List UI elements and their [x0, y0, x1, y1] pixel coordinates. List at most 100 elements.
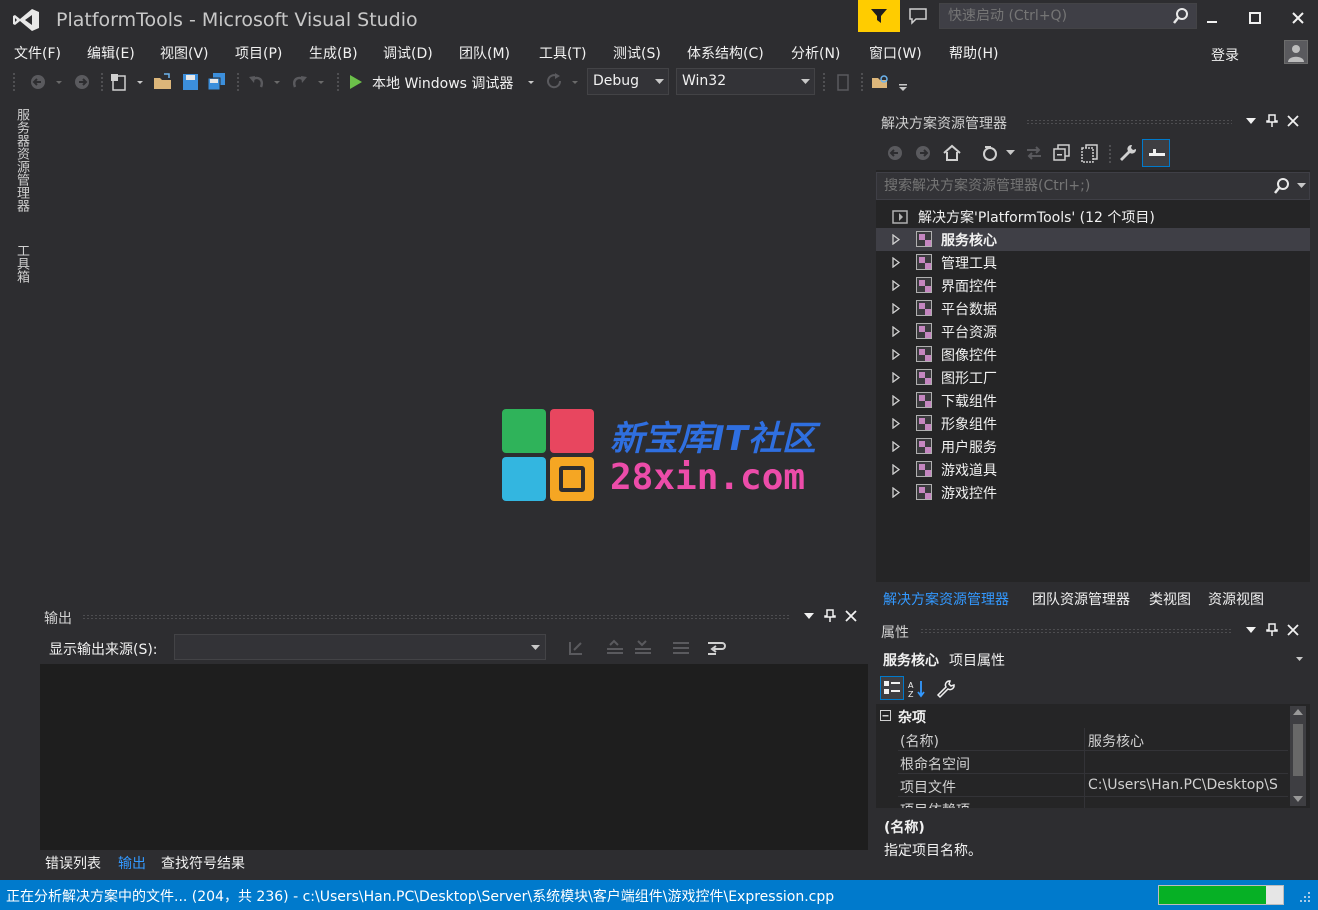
maximize-button[interactable]: [1240, 6, 1270, 30]
tree-project-node[interactable]: 服务核心: [876, 228, 1310, 251]
menu-view[interactable]: 视图(V): [160, 43, 209, 63]
refresh-icon[interactable]: [544, 72, 566, 92]
tab-error-list[interactable]: 错误列表: [45, 853, 101, 873]
menu-analyze[interactable]: 分析(N): [791, 43, 840, 63]
clear-all-icon[interactable]: [670, 638, 692, 658]
property-pages-icon[interactable]: [936, 679, 956, 699]
chevron-down-icon[interactable]: [270, 72, 284, 92]
property-value[interactable]: 服务核心: [1088, 731, 1288, 751]
new-project-icon[interactable]: [109, 72, 131, 92]
minimize-button[interactable]: [1197, 6, 1227, 30]
tree-solution-node[interactable]: 解决方案'PlatformTools' (12 个项目): [876, 205, 1310, 228]
tree-project-node[interactable]: 管理工具: [876, 251, 1310, 274]
menu-project[interactable]: 项目(P): [235, 43, 282, 63]
expand-arrow-icon[interactable]: [892, 487, 900, 498]
tree-project-node[interactable]: 图形工厂: [876, 366, 1310, 389]
panel-grip[interactable]: [1026, 119, 1232, 125]
property-row[interactable]: (名称) 服务核心: [898, 728, 1288, 751]
property-row[interactable]: 项目依赖项: [898, 797, 1288, 808]
show-all-files-icon[interactable]: [1080, 143, 1100, 163]
find-in-files-icon[interactable]: [870, 72, 892, 92]
chat-icon[interactable]: [908, 7, 928, 25]
close-icon[interactable]: [1287, 624, 1299, 636]
avatar[interactable]: [1284, 40, 1308, 64]
expand-arrow-icon[interactable]: [892, 257, 900, 268]
properties-wrench-icon[interactable]: [1118, 143, 1138, 163]
solution-configuration-select[interactable]: Debug: [587, 68, 669, 95]
tab-resource-view[interactable]: 资源视图: [1208, 589, 1264, 609]
expand-arrow-icon[interactable]: [892, 395, 900, 406]
open-folder-icon[interactable]: [152, 72, 174, 92]
save-icon[interactable]: [180, 72, 202, 92]
property-value[interactable]: C:\Users\Han.PC\Desktop\S: [1088, 777, 1288, 793]
collapse-all-icon[interactable]: [1052, 143, 1072, 163]
chevron-down-icon[interactable]: [52, 72, 66, 92]
tree-project-node[interactable]: 游戏控件: [876, 481, 1310, 504]
quick-launch-box[interactable]: [939, 3, 1197, 29]
tree-project-node[interactable]: 平台数据: [876, 297, 1310, 320]
alphabetical-icon[interactable]: AZ: [907, 679, 927, 699]
expand-arrow-icon[interactable]: [892, 326, 900, 337]
undo-icon[interactable]: [246, 72, 268, 92]
expand-arrow-icon[interactable]: [892, 372, 900, 383]
forward-icon[interactable]: [914, 144, 932, 162]
menu-architecture[interactable]: 体系结构(C): [687, 43, 764, 63]
tab-team-explorer[interactable]: 团队资源管理器: [1032, 589, 1130, 609]
chevron-down-icon[interactable]: [524, 72, 538, 92]
expand-arrow-icon[interactable]: [892, 234, 900, 245]
menu-test[interactable]: 测试(S): [613, 43, 661, 63]
start-debugger-button[interactable]: 本地 Windows 调试器: [372, 73, 513, 93]
toolbar-overflow-icon[interactable]: [896, 72, 910, 92]
start-debugging-icon[interactable]: [346, 72, 368, 92]
preview-selected-items-button[interactable]: [1142, 139, 1170, 167]
tab-find-symbol-results[interactable]: 查找符号结果: [161, 853, 245, 873]
resize-grip-icon[interactable]: [1298, 890, 1312, 904]
chevron-down-icon[interactable]: [1297, 183, 1306, 189]
chevron-down-icon[interactable]: [133, 72, 147, 92]
pin-icon[interactable]: [1266, 114, 1278, 128]
panel-grip[interactable]: [920, 628, 1232, 634]
property-row[interactable]: 项目文件 C:\Users\Han.PC\Desktop\S: [898, 774, 1288, 797]
toolbar-grip[interactable]: [860, 72, 864, 92]
chevron-down-icon[interactable]: [314, 72, 328, 92]
close-window-button[interactable]: [1283, 6, 1313, 30]
menu-edit[interactable]: 编辑(E): [87, 43, 135, 63]
tree-project-node[interactable]: 游戏道具: [876, 458, 1310, 481]
collapse-icon[interactable]: [880, 710, 891, 721]
sync-with-document-icon[interactable]: [980, 143, 1000, 163]
menu-window[interactable]: 窗口(W): [869, 43, 922, 63]
toolbox-tab[interactable]: 工具箱: [12, 244, 31, 283]
categorized-button[interactable]: [880, 676, 904, 700]
save-all-icon[interactable]: [206, 72, 228, 92]
chevron-down-icon[interactable]: [1006, 150, 1015, 156]
server-explorer-tab[interactable]: 服务器资源管理器: [12, 108, 31, 212]
scroll-up-icon[interactable]: [1293, 709, 1303, 715]
pin-icon[interactable]: [824, 609, 836, 623]
word-wrap-icon[interactable]: [706, 638, 728, 658]
device-icon[interactable]: [832, 72, 854, 92]
chevron-down-icon[interactable]: [568, 72, 582, 92]
next-message-icon[interactable]: [632, 638, 654, 658]
tab-solution-explorer[interactable]: 解决方案资源管理器: [883, 589, 1009, 609]
chevron-down-icon[interactable]: [1246, 118, 1256, 124]
menu-tools[interactable]: 工具(T): [539, 43, 586, 63]
pending-changes-icon[interactable]: [1024, 143, 1044, 163]
tree-project-node[interactable]: 界面控件: [876, 274, 1310, 297]
menu-file[interactable]: 文件(F): [14, 43, 61, 63]
expand-arrow-icon[interactable]: [892, 349, 900, 360]
output-text-area[interactable]: [40, 664, 868, 848]
home-icon[interactable]: [942, 143, 962, 163]
tree-project-node[interactable]: 形象组件: [876, 412, 1310, 435]
expand-arrow-icon[interactable]: [892, 280, 900, 291]
expand-arrow-icon[interactable]: [892, 464, 900, 475]
go-to-location-icon[interactable]: [566, 638, 588, 658]
navigate-forward-icon[interactable]: [72, 72, 94, 92]
menu-team[interactable]: 团队(M): [459, 43, 510, 63]
chevron-down-icon[interactable]: [1246, 627, 1256, 633]
chevron-down-icon[interactable]: [804, 613, 814, 619]
menu-build[interactable]: 生成(B): [309, 43, 358, 63]
solution-explorer-search-input[interactable]: [882, 176, 1262, 196]
solution-explorer-search[interactable]: [876, 172, 1310, 200]
quick-launch-input[interactable]: [946, 5, 1166, 27]
expand-arrow-icon[interactable]: [892, 303, 900, 314]
